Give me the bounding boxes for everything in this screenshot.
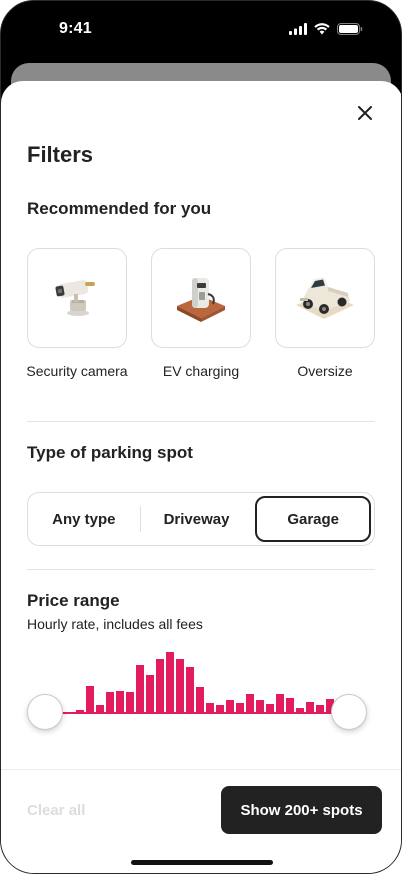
price-min-handle[interactable] bbox=[27, 694, 63, 730]
price-max-handle[interactable] bbox=[331, 694, 367, 730]
status-bar: 9:41 bbox=[1, 1, 401, 59]
footer-bar: Clear all Show 200+ spots bbox=[1, 769, 401, 873]
parking-type-garage[interactable]: Garage bbox=[255, 496, 372, 542]
recommended-ev-charging[interactable]: EV charging bbox=[151, 248, 251, 380]
recommended-label: Security camera bbox=[26, 363, 128, 379]
recommended-security-camera[interactable]: Security camera bbox=[26, 248, 128, 380]
recommended-list: Security camera EV charging Oversize bbox=[26, 248, 375, 380]
histogram-bar bbox=[105, 691, 115, 713]
price-range-subtitle: Hourly rate, includes all fees bbox=[27, 616, 203, 632]
histogram-bar bbox=[195, 687, 205, 713]
histogram-bar bbox=[175, 658, 185, 713]
histogram-bar bbox=[165, 652, 175, 713]
parking-type-heading: Type of parking spot bbox=[27, 443, 193, 462]
histogram-bar bbox=[155, 658, 165, 713]
histogram-bar bbox=[275, 693, 285, 713]
cellular-signal-icon bbox=[289, 22, 307, 40]
histogram-bar bbox=[185, 666, 195, 713]
wifi-icon bbox=[314, 22, 330, 40]
histogram-bar bbox=[125, 691, 135, 713]
histogram-bar bbox=[285, 697, 295, 713]
parking-type-selector: Any type Driveway Garage bbox=[27, 492, 375, 546]
status-time: 9:41 bbox=[59, 20, 92, 37]
clear-all-button[interactable]: Clear all bbox=[27, 802, 85, 819]
recommended-heading: Recommended for you bbox=[27, 199, 212, 218]
recommended-tile bbox=[27, 248, 127, 348]
recommended-tile bbox=[151, 248, 251, 348]
divider bbox=[27, 421, 375, 422]
histogram-bar bbox=[85, 686, 95, 713]
recommended-label: EV charging bbox=[162, 363, 240, 379]
filters-sheet: Filters Recommended for you Security cam… bbox=[1, 81, 401, 873]
parking-type-any[interactable]: Any type bbox=[28, 493, 140, 545]
close-button[interactable] bbox=[355, 105, 375, 125]
close-icon bbox=[358, 105, 372, 125]
ev-charger-icon bbox=[173, 268, 229, 329]
show-results-button[interactable]: Show 200+ spots bbox=[221, 786, 382, 834]
page-title: Filters bbox=[27, 142, 94, 167]
recommended-label: Oversize bbox=[297, 363, 353, 379]
price-range-heading: Price range bbox=[27, 591, 120, 610]
status-icons bbox=[289, 22, 363, 40]
pickup-truck-icon bbox=[294, 271, 356, 326]
parking-type-driveway[interactable]: Driveway bbox=[141, 493, 253, 545]
divider bbox=[27, 569, 375, 570]
histogram-bar bbox=[135, 665, 145, 713]
security-camera-icon bbox=[52, 271, 102, 326]
price-slider-track bbox=[45, 712, 345, 714]
price-histogram bbox=[45, 641, 345, 721]
recommended-tile bbox=[275, 248, 375, 348]
battery-icon bbox=[337, 22, 363, 40]
histogram-bar bbox=[115, 690, 125, 713]
home-indicator bbox=[131, 860, 273, 865]
recommended-oversize[interactable]: Oversize bbox=[275, 248, 375, 380]
histogram-bar bbox=[145, 674, 155, 713]
phone-frame: 9:41 Filters Recommended for you Securit… bbox=[0, 0, 402, 874]
histogram-bar bbox=[245, 693, 255, 713]
